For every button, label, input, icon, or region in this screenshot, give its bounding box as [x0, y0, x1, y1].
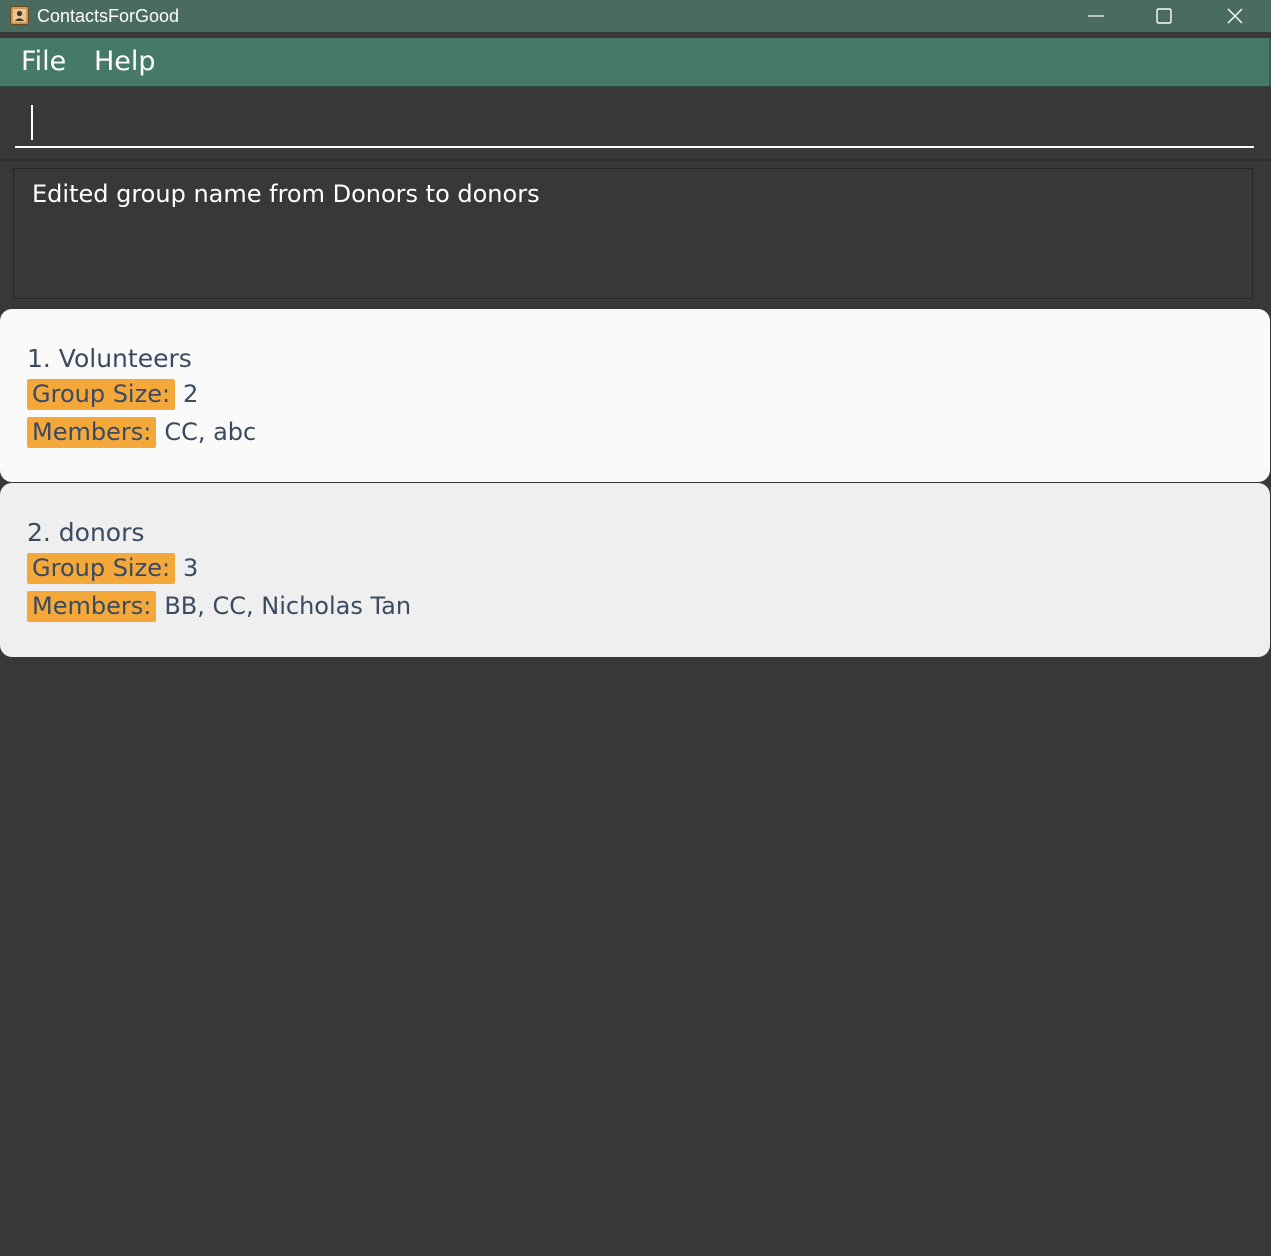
group-size-label: Group Size:	[27, 553, 176, 584]
maximize-button[interactable]	[1129, 0, 1199, 32]
group-members-value: CC, abc	[164, 418, 257, 446]
contact-book-icon	[10, 6, 29, 25]
group-size-row: Group Size: 3	[27, 553, 198, 584]
group-members-row: Members: BB, CC, Nicholas Tan	[27, 591, 411, 622]
window-title: ContactsForGood	[37, 6, 180, 26]
title-bar[interactable]: ContactsForGood	[0, 0, 1271, 32]
group-members-label: Members:	[27, 591, 157, 622]
result-message: Edited group name from Donors to donors	[32, 180, 540, 208]
menu-help[interactable]: Help	[92, 46, 158, 78]
group-members-value: BB, CC, Nicholas Tan	[164, 592, 412, 620]
result-display: Edited group name from Donors to donors	[13, 168, 1253, 299]
command-input[interactable]	[15, 97, 1254, 148]
group-card[interactable]: 1. Volunteers Group Size: 2 Members: CC,…	[0, 309, 1270, 482]
menu-file[interactable]: File	[19, 46, 68, 78]
group-title: 1. Volunteers	[27, 344, 192, 373]
menu-bar: File Help	[0, 38, 1271, 87]
minimize-button[interactable]	[1061, 0, 1131, 32]
close-button[interactable]	[1200, 0, 1270, 32]
text-caret	[31, 105, 33, 140]
group-size-label: Group Size:	[27, 379, 176, 410]
group-members-row: Members: CC, abc	[27, 417, 256, 448]
group-card[interactable]: 2. donors Group Size: 3 Members: BB, CC,…	[0, 483, 1270, 657]
group-title: 2. donors	[27, 518, 145, 547]
group-size-row: Group Size: 2	[27, 379, 198, 410]
app-window: ContactsForGood File Help Edited group n…	[0, 0, 1271, 1256]
command-box	[0, 87, 1271, 161]
minimize-icon	[1088, 15, 1104, 17]
maximize-icon	[1156, 8, 1172, 24]
group-size-value: 2	[183, 380, 199, 408]
group-members-label: Members:	[27, 417, 157, 448]
group-size-value: 3	[183, 554, 199, 582]
close-icon	[1227, 8, 1243, 24]
